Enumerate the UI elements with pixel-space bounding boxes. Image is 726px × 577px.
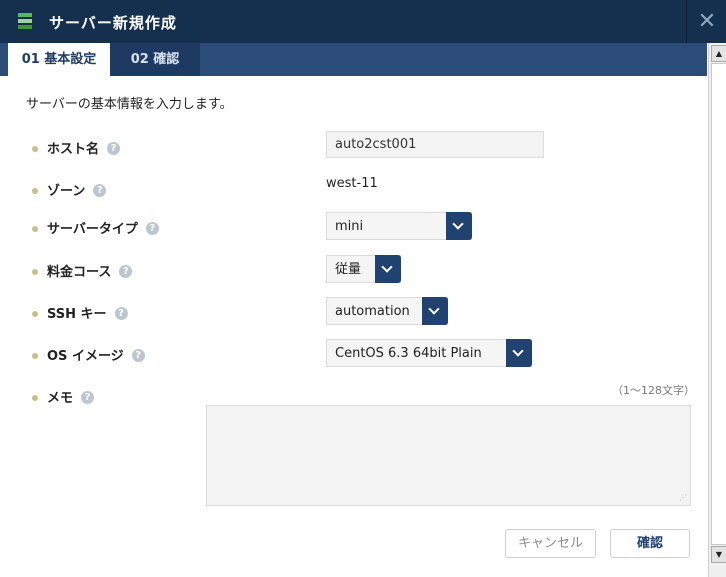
dialog-title: サーバー新規作成 xyxy=(49,14,177,32)
help-icon[interactable]: ? xyxy=(119,265,133,278)
memo-label-row: メモ? xyxy=(32,387,95,406)
ssh-key-value: automation xyxy=(335,304,410,319)
host-label-row: ホスト名? xyxy=(32,138,121,157)
bullet-icon xyxy=(32,145,38,152)
plan-label-row: 料金コース? xyxy=(32,261,133,280)
plan-select[interactable]: 従量 xyxy=(326,255,401,283)
tab-bar: 01 基本設定 02 確認 xyxy=(0,43,707,76)
zone-label: ゾーン xyxy=(47,184,86,199)
ssh-key-label: SSH キー xyxy=(47,307,107,322)
bullet-icon xyxy=(32,268,38,275)
server-create-dialog: サーバー新規作成 ✕ 01 基本設定 02 確認 ▲ ▼ サーバーの基本情報を入… xyxy=(0,0,726,577)
os-image-label: OS イメージ xyxy=(47,349,124,364)
os-image-value: CentOS 6.3 64bit Plain xyxy=(335,346,482,361)
host-label: ホスト名 xyxy=(47,142,100,157)
bullet-icon xyxy=(32,187,38,194)
resize-grip-icon[interactable]: ⋰ xyxy=(679,494,687,502)
server-icon xyxy=(18,13,32,29)
close-icon[interactable]: ✕ xyxy=(686,0,726,43)
plan-label: 料金コース xyxy=(47,265,112,280)
host-name-input[interactable]: auto2cst001 xyxy=(326,131,544,158)
ssh-key-select[interactable]: automation xyxy=(326,297,448,325)
ssh-key-label-row: SSH キー? xyxy=(32,303,128,322)
memo-label: メモ xyxy=(47,391,74,406)
os-image-label-row: OS イメージ? xyxy=(32,345,145,364)
tab-confirm[interactable]: 02 確認 xyxy=(110,43,200,76)
help-icon[interactable]: ? xyxy=(145,222,159,235)
bullet-icon xyxy=(32,352,38,359)
server-type-label: サーバータイプ xyxy=(47,222,138,237)
help-icon[interactable]: ? xyxy=(114,307,128,320)
tab-basic-settings[interactable]: 01 基本設定 xyxy=(8,43,110,76)
cancel-button[interactable]: キャンセル xyxy=(505,529,596,558)
chevron-down-icon[interactable] xyxy=(506,339,532,367)
scroll-thumb[interactable] xyxy=(711,63,726,545)
memo-textarea[interactable]: ⋰ xyxy=(206,405,691,506)
server-type-value: mini xyxy=(335,219,364,234)
os-image-select[interactable]: CentOS 6.3 64bit Plain xyxy=(326,339,532,367)
bullet-icon xyxy=(32,394,38,401)
help-icon[interactable]: ? xyxy=(107,142,121,155)
chevron-down-icon[interactable] xyxy=(446,212,472,240)
zone-label-row: ゾーン? xyxy=(32,180,107,199)
chevron-down-icon[interactable] xyxy=(375,255,401,283)
help-icon[interactable]: ? xyxy=(81,391,95,404)
plan-value: 従量 xyxy=(335,262,362,277)
chevron-down-icon[interactable] xyxy=(422,297,448,325)
scroll-down-icon[interactable]: ▼ xyxy=(711,546,726,563)
bullet-icon xyxy=(32,310,38,317)
help-icon[interactable]: ? xyxy=(93,184,107,197)
confirm-button[interactable]: 確認 xyxy=(610,529,690,558)
zone-value: west-11 xyxy=(326,176,378,191)
intro-text: サーバーの基本情報を入力します。 xyxy=(26,97,233,112)
title-bar: サーバー新規作成 ✕ xyxy=(0,0,726,43)
server-type-select[interactable]: mini xyxy=(326,212,472,240)
scroll-up-icon[interactable]: ▲ xyxy=(711,45,726,62)
server-type-label-row: サーバータイプ? xyxy=(32,218,159,237)
memo-length-hint: （1～128文字） xyxy=(612,384,695,397)
help-icon[interactable]: ? xyxy=(131,349,145,362)
bullet-icon xyxy=(32,225,38,232)
scrollbar[interactable]: ▲ ▼ xyxy=(708,43,726,577)
